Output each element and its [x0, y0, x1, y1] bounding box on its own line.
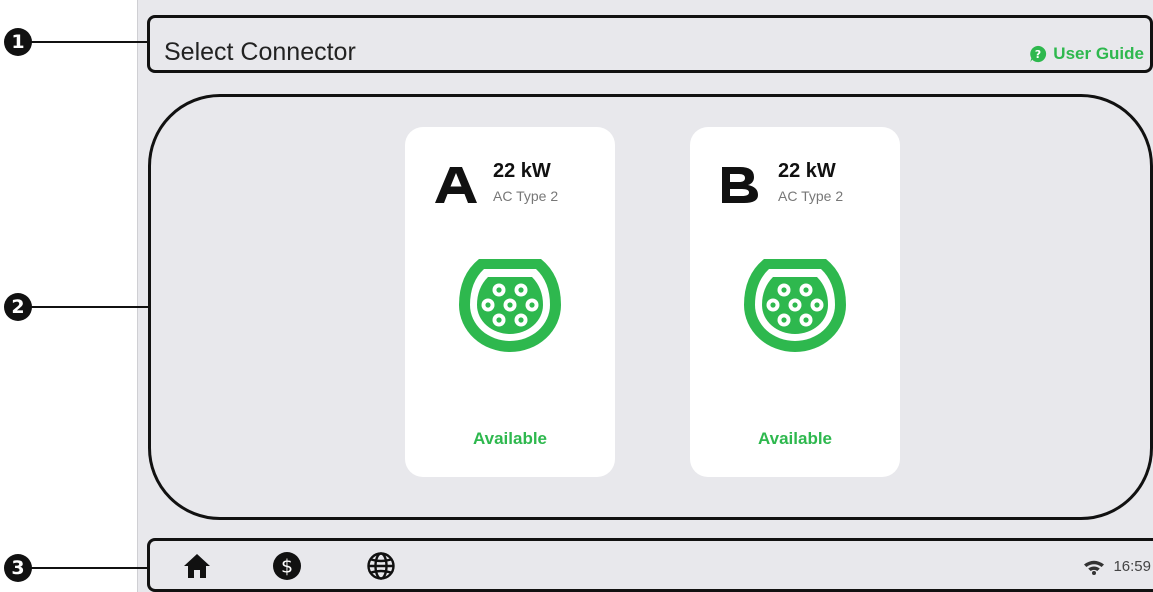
- callout-line-3: [30, 567, 148, 569]
- callout-number-1: 1: [4, 28, 32, 56]
- callout-line-2: [30, 306, 150, 308]
- connector-status: Available: [472, 429, 548, 448]
- home-icon[interactable]: [182, 551, 212, 581]
- type2-plug-icon: [459, 259, 561, 352]
- user-guide-label: User Guide: [1053, 44, 1144, 63]
- help-icon: ?: [1030, 45, 1047, 63]
- wifi-icon: [1084, 560, 1105, 575]
- connector-card-b[interactable]: 22 kW AC Type 2 Available: [690, 127, 900, 477]
- connector-card-a[interactable]: 22 kW AC Type 2 Available: [405, 127, 615, 477]
- header-bar: Select Connector ? User Guide: [147, 15, 1153, 73]
- svg-text:$: $: [281, 556, 293, 578]
- connector-power: 22 kW: [778, 160, 836, 182]
- callout-number-2: 2: [4, 293, 32, 321]
- dollar-icon[interactable]: $: [272, 551, 302, 581]
- type2-plug-icon: [744, 259, 846, 352]
- globe-icon[interactable]: [366, 551, 396, 581]
- connector-type: AC Type 2: [493, 188, 559, 204]
- connector-letter-b-icon: [722, 167, 758, 203]
- callout-line-1: [30, 41, 148, 43]
- connector-status: Available: [757, 429, 833, 448]
- user-guide-link[interactable]: ? User Guide: [1029, 44, 1144, 64]
- callout-number-3: 3: [4, 554, 32, 582]
- connector-power: 22 kW: [493, 160, 551, 182]
- connector-area: [148, 94, 1153, 520]
- connector-type: AC Type 2: [778, 188, 844, 204]
- svg-text:?: ?: [1035, 48, 1041, 61]
- connector-letter-a-icon: [435, 167, 477, 203]
- status-area: 16:59: [1083, 558, 1151, 575]
- clock-time: 16:59: [1113, 558, 1151, 575]
- page-title: Select Connector: [164, 38, 356, 66]
